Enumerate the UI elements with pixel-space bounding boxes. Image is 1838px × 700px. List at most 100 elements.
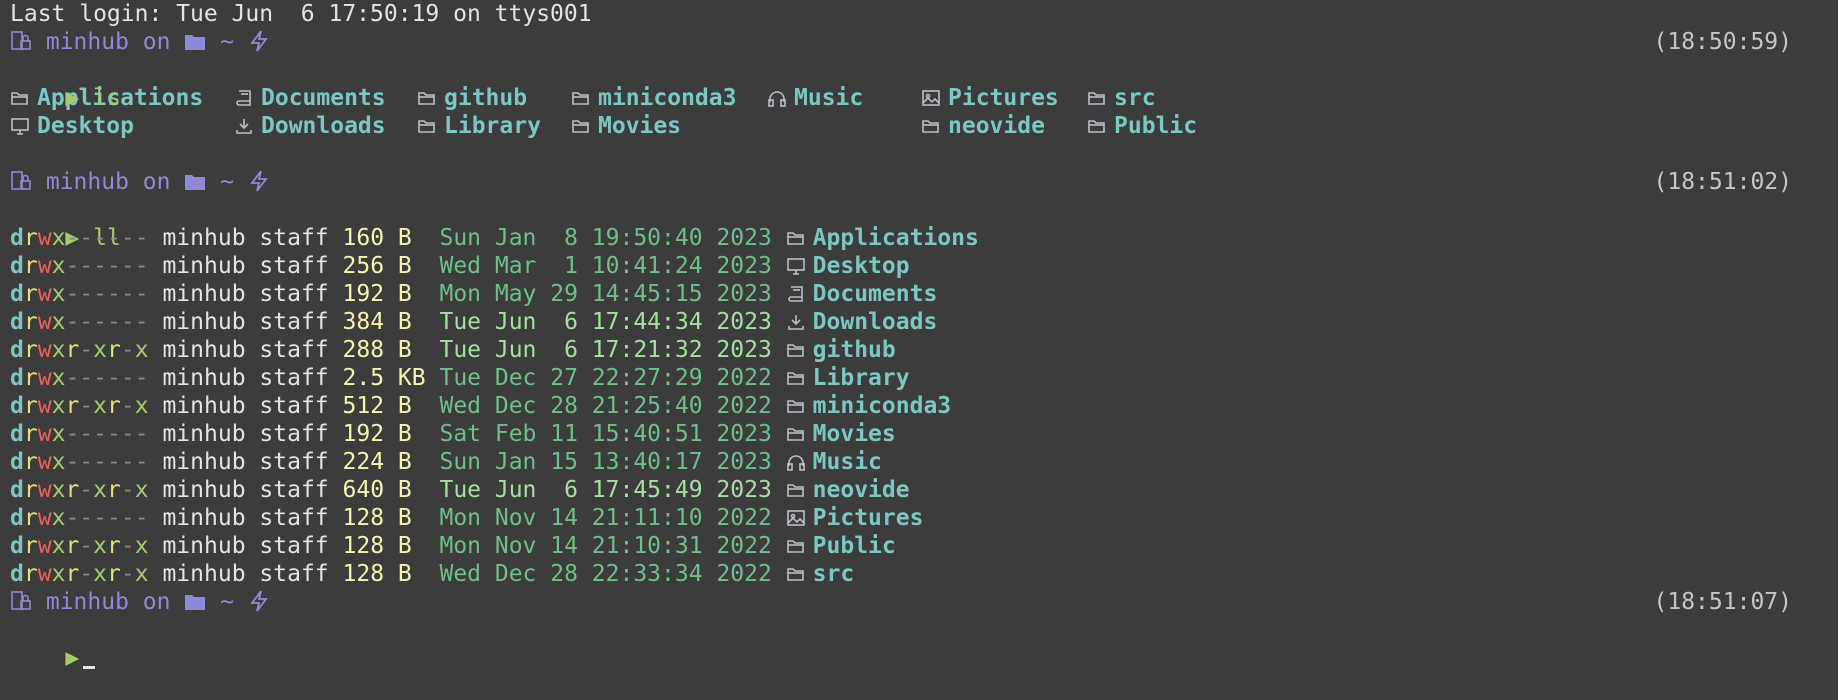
prompt-line: minhub on ~ (18:50:59)	[10, 28, 1828, 56]
group: staff	[259, 505, 329, 531]
owner: minhub	[162, 393, 246, 419]
file-name[interactable]: miniconda3	[813, 393, 951, 419]
folder-icon	[417, 112, 444, 140]
file-size: 256 B	[342, 253, 426, 279]
file-name: src	[1114, 85, 1156, 111]
prompt-on: on	[142, 589, 185, 615]
group: staff	[259, 477, 329, 503]
file-size: 128 B	[342, 561, 426, 587]
folder-icon	[1087, 112, 1114, 140]
file-name: miniconda3	[598, 85, 737, 111]
lock-icon	[10, 29, 32, 55]
file-name: Desktop	[37, 113, 134, 139]
list-item[interactable]: Movies	[571, 112, 767, 140]
list-item[interactable]: Downloads	[234, 112, 417, 140]
command-text: ls	[93, 85, 121, 111]
modified-date: Mon Nov 14 21:10:31 2022	[439, 533, 772, 559]
terminal[interactable]: Last login: Tue Jun 6 17:50:19 on ttys00…	[0, 0, 1838, 671]
file-size: 288 B	[342, 337, 426, 363]
file-name[interactable]: Downloads	[813, 309, 938, 335]
modified-date: Sun Jan 8 19:50:40 2023	[439, 225, 772, 251]
owner: minhub	[162, 309, 246, 335]
file-name[interactable]: Movies	[813, 421, 896, 447]
owner: minhub	[162, 281, 246, 307]
bolt-icon	[248, 589, 270, 615]
list-item	[10, 140, 234, 168]
file-name[interactable]: Pictures	[813, 505, 924, 531]
table-row: drwx------ minhub staff 224 B Sun Jan 15…	[10, 448, 1828, 476]
permissions: drwx------	[10, 253, 149, 279]
list-item[interactable]: Public	[1087, 112, 1207, 140]
folder-icon	[184, 29, 206, 55]
modified-date: Tue Dec 27 22:27:29 2022	[439, 365, 772, 391]
permissions: drwxr-xr-x	[10, 477, 149, 503]
lock-icon	[10, 589, 32, 615]
owner: minhub	[162, 337, 246, 363]
file-name[interactable]: src	[813, 561, 855, 587]
file-size: 2.5 KB	[342, 365, 426, 391]
list-item[interactable]: neovide	[921, 112, 1087, 140]
list-item[interactable]: Music	[767, 84, 921, 112]
book-icon	[234, 84, 261, 112]
permissions: drwx------	[10, 449, 149, 475]
text-cursor[interactable]	[83, 666, 96, 669]
group: staff	[259, 253, 329, 279]
permissions: drwx------	[10, 225, 149, 251]
list-item[interactable]: Documents	[234, 84, 417, 112]
owner: minhub	[162, 225, 246, 251]
input-line[interactable]: ▶	[10, 616, 1828, 671]
list-item[interactable]: Pictures	[921, 84, 1087, 112]
folder-icon	[786, 336, 813, 364]
group: staff	[259, 365, 329, 391]
file-name[interactable]: Public	[813, 533, 896, 559]
file-name[interactable]: github	[813, 337, 896, 363]
permissions: drwx------	[10, 309, 149, 335]
prompt-dir: ~	[206, 589, 248, 615]
ls-output: Applications Documents github miniconda3 Mus…	[10, 84, 1828, 168]
prompt-arrow-icon: ▶	[65, 645, 80, 671]
folder-icon	[786, 224, 813, 252]
permissions: drwxr-xr-x	[10, 393, 149, 419]
list-item[interactable]: Desktop	[10, 112, 234, 140]
modified-date: Tue Jun 6 17:21:32 2023	[439, 337, 772, 363]
list-item[interactable]: Library	[417, 112, 571, 140]
permissions: drwxr-xr-x	[10, 533, 149, 559]
download-icon	[234, 112, 261, 140]
file-size: 640 B	[342, 477, 426, 503]
table-row: drwx------ minhub staff 192 B Sat Feb 11…	[10, 420, 1828, 448]
file-size: 128 B	[342, 505, 426, 531]
file-name[interactable]: Desktop	[813, 253, 910, 279]
file-name[interactable]: Library	[813, 365, 910, 391]
folder-icon	[786, 420, 813, 448]
group: staff	[259, 225, 329, 251]
modified-date: Mon Nov 14 21:11:10 2022	[439, 505, 772, 531]
group: staff	[259, 309, 329, 335]
file-size: 224 B	[342, 449, 426, 475]
group: staff	[259, 533, 329, 559]
command-line: ▶ ls	[10, 56, 1828, 111]
folder-icon	[1087, 84, 1114, 112]
folder-icon	[184, 169, 206, 195]
list-item[interactable]: github	[417, 84, 571, 112]
list-item[interactable]: src	[1087, 84, 1207, 112]
file-name: Documents	[261, 85, 386, 111]
group: staff	[259, 421, 329, 447]
owner: minhub	[162, 561, 246, 587]
table-row: drwx------ minhub staff 384 B Tue Jun 6 …	[10, 308, 1828, 336]
file-name[interactable]: Music	[813, 449, 882, 475]
prompt-user: minhub	[32, 589, 143, 615]
file-size: 512 B	[342, 393, 426, 419]
list-item[interactable]: miniconda3	[571, 84, 767, 112]
prompt-on: on	[142, 29, 185, 55]
modified-date: Wed Dec 28 21:25:40 2022	[439, 393, 772, 419]
file-name[interactable]: Documents	[813, 281, 938, 307]
file-name[interactable]: Applications	[813, 225, 979, 251]
owner: minhub	[162, 477, 246, 503]
file-size: 192 B	[342, 281, 426, 307]
file-size: 384 B	[342, 309, 426, 335]
owner: minhub	[162, 505, 246, 531]
prompt-user: minhub	[32, 169, 143, 195]
prompt-arrow-icon: ▶	[65, 85, 80, 111]
file-name[interactable]: neovide	[813, 477, 910, 503]
group: staff	[259, 393, 329, 419]
